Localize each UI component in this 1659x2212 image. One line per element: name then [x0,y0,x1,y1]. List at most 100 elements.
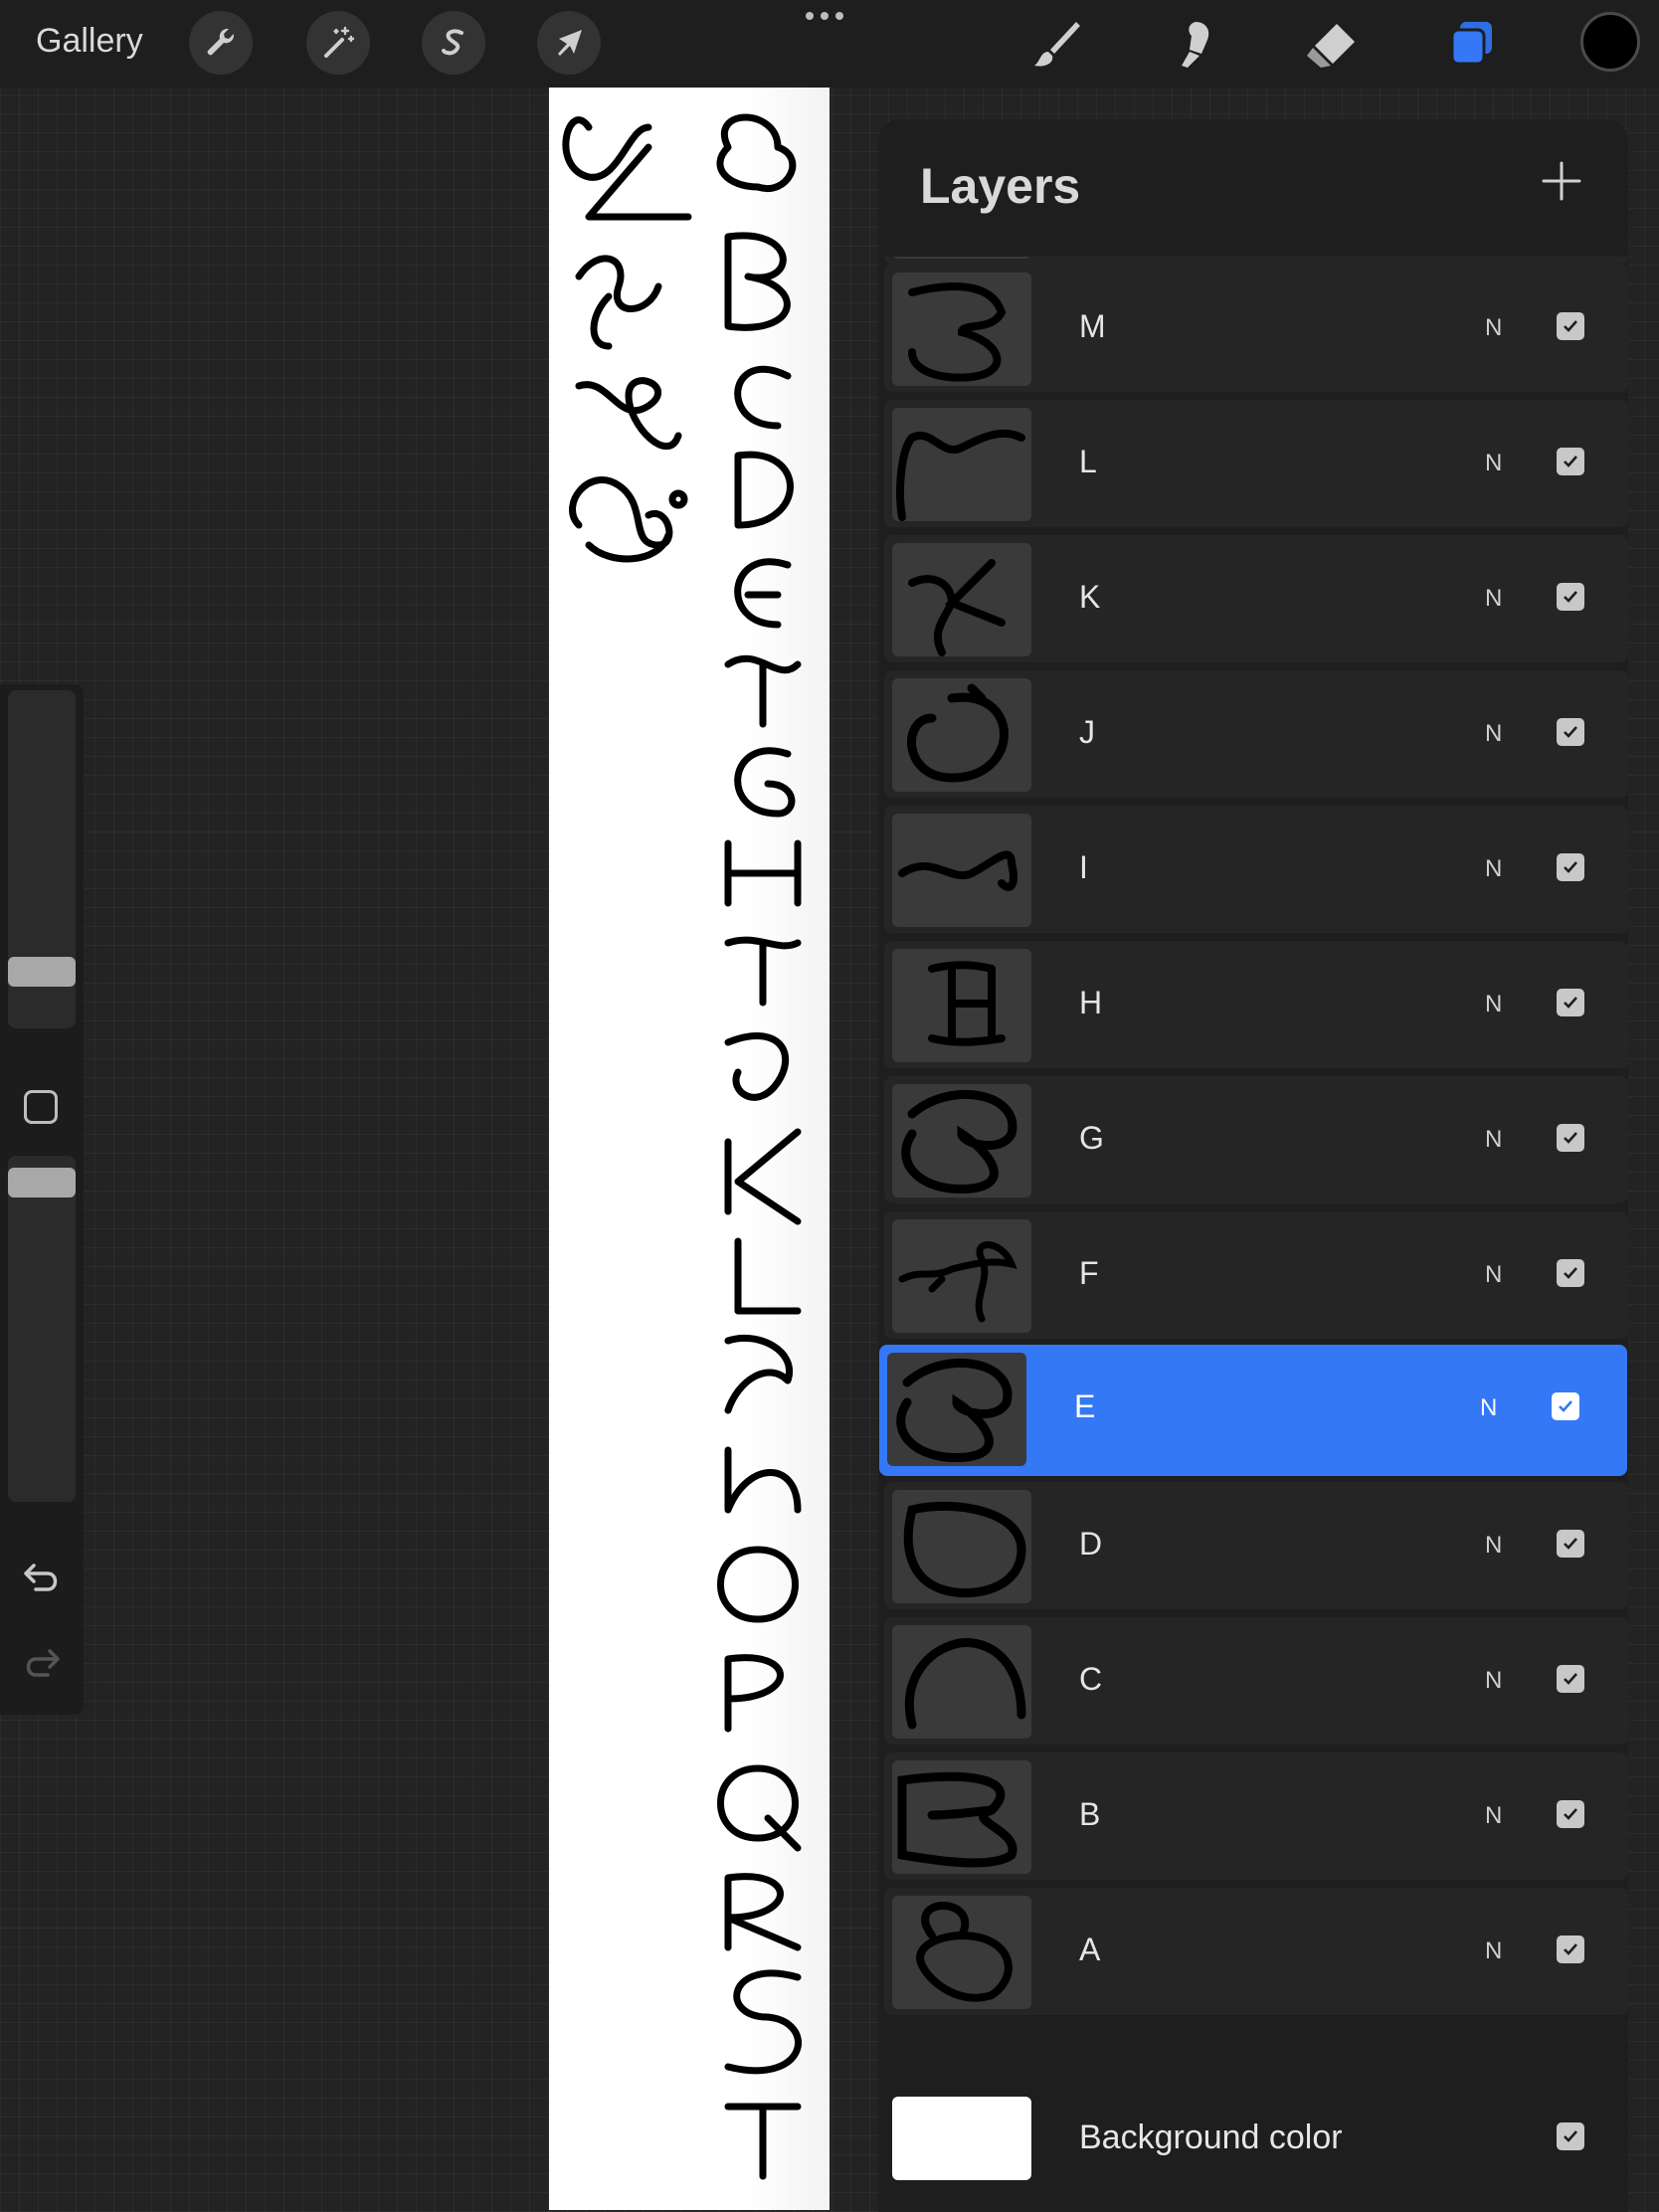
gallery-button[interactable]: Gallery [36,22,143,61]
blend-mode-button[interactable]: N [1485,1532,1502,1560]
visibility-checkbox[interactable] [1552,1392,1579,1420]
blend-mode-button[interactable]: N [1485,720,1502,748]
brush-icon [1034,22,1080,67]
more-options-button[interactable] [806,12,843,20]
blend-mode-button[interactable]: N [1485,314,1502,342]
checkmark-icon [1564,861,1577,873]
layer-row-k[interactable]: K N [884,535,1628,662]
checkmark-icon [1564,1267,1577,1279]
opacity-thumb[interactable] [8,1168,76,1198]
visibility-checkbox[interactable] [1557,1665,1584,1693]
visibility-checkbox[interactable] [1557,1530,1584,1558]
smudge-tool-button[interactable] [1164,14,1223,74]
blend-mode-button[interactable]: N [1485,585,1502,613]
brush-tool-button[interactable] [1026,14,1086,74]
blend-mode-button[interactable]: N [1485,1667,1502,1695]
visibility-checkbox[interactable] [1557,312,1584,340]
layer-name: F [1079,1255,1099,1291]
visibility-checkbox[interactable] [1557,583,1584,611]
blend-mode-button[interactable]: N [1485,1261,1502,1289]
layer-row-b[interactable]: B N [884,1752,1628,1880]
layer-name: K [1079,579,1101,615]
layer-row-j[interactable]: J N [884,670,1628,798]
checkmark-icon [1564,320,1577,332]
layer-row-background-color[interactable]: Background color [884,2075,1628,2202]
visibility-checkbox[interactable] [1557,718,1584,746]
checkmark-icon [1564,1538,1577,1550]
opacity-slider[interactable] [8,1156,76,1502]
layers-panel: N N M N L N K N J N [878,119,1628,2212]
layer-row-l[interactable]: L N [884,400,1628,527]
visibility-checkbox[interactable] [1557,1936,1584,1963]
panel-title: Layers [920,158,1081,214]
layer-thumbnail [892,814,1031,927]
undo-icon [24,1564,58,1591]
magic-wand-icon [324,26,355,58]
layer-name: A [1079,1932,1101,1967]
smudge-icon [1182,22,1209,68]
layer-name: I [1079,849,1088,885]
dot-icon [821,12,829,20]
layers-tool-button[interactable] [1442,14,1502,74]
eraser-tool-button[interactable] [1301,14,1361,74]
blend-mode-button[interactable]: N [1485,450,1502,477]
layer-row-m[interactable]: M N [884,265,1628,392]
layer-thumbnail [892,543,1031,656]
visibility-checkbox[interactable] [1557,1124,1584,1152]
checkmark-icon [1559,1400,1572,1412]
brush-size-thumb[interactable] [8,957,76,987]
selection-button[interactable] [422,11,485,75]
brush-size-slider[interactable] [8,690,76,1028]
visibility-checkbox[interactable] [1557,1800,1584,1828]
blend-mode-button[interactable]: N [1480,1394,1497,1422]
layer-thumbnail [892,1084,1031,1198]
actions-button[interactable] [189,11,253,75]
layer-thumbnail [892,1490,1031,1603]
background-color-swatch[interactable] [892,2097,1031,2180]
drawing-canvas[interactable] [549,88,830,2210]
blend-mode-button[interactable]: N [1485,1937,1502,1965]
redo-icon [26,1649,60,1677]
layer-row-f[interactable]: F N [884,1211,1628,1339]
blend-mode-button[interactable]: N [1485,1126,1502,1154]
redo-button[interactable] [20,1643,64,1683]
add-layer-button[interactable] [1540,159,1583,203]
modify-button[interactable] [24,1090,58,1124]
layer-row-c[interactable]: C N [884,1617,1628,1745]
layer-name: D [1079,1526,1103,1562]
undo-button[interactable] [20,1558,64,1597]
adjustments-button[interactable] [306,11,370,75]
layer-row-a[interactable]: A N [884,1888,1628,2015]
visibility-checkbox[interactable] [1557,448,1584,475]
layer-name: B [1079,1796,1101,1832]
layer-thumbnail [892,1625,1031,1739]
plus-icon [1542,161,1581,201]
layer-thumbnail [892,678,1031,792]
blend-mode-button[interactable]: N [1485,1802,1502,1830]
checkmark-icon [1564,456,1577,467]
layer-name: E [1074,1388,1096,1424]
layer-thumbnail [892,1219,1031,1333]
layer-row-e[interactable]: E N [879,1345,1627,1476]
blend-mode-button[interactable]: N [1485,855,1502,883]
visibility-checkbox[interactable] [1557,1259,1584,1287]
selection-icon [442,29,463,56]
visibility-checkbox[interactable] [1557,853,1584,881]
layer-row-i[interactable]: I N [884,806,1628,933]
visibility-checkbox[interactable] [1557,989,1584,1016]
layer-row-d[interactable]: D N [884,1482,1628,1609]
layer-thumbnail [892,1896,1031,2009]
layer-row-h[interactable]: H N [884,941,1628,1068]
layer-thumbnail [892,273,1031,386]
layer-name: C [1079,1661,1103,1697]
color-picker-button[interactable] [1580,12,1640,72]
blend-mode-button[interactable]: N [1485,991,1502,1018]
visibility-checkbox[interactable] [1557,2122,1584,2150]
transform-button[interactable] [537,11,601,75]
layers-panel-header: Layers [878,119,1628,257]
layer-name: L [1079,444,1097,479]
checkmark-icon [1564,1132,1577,1144]
checkmark-icon [1564,591,1577,603]
checkmark-icon [1564,2130,1577,2142]
layer-row-g[interactable]: G N [884,1076,1628,1203]
